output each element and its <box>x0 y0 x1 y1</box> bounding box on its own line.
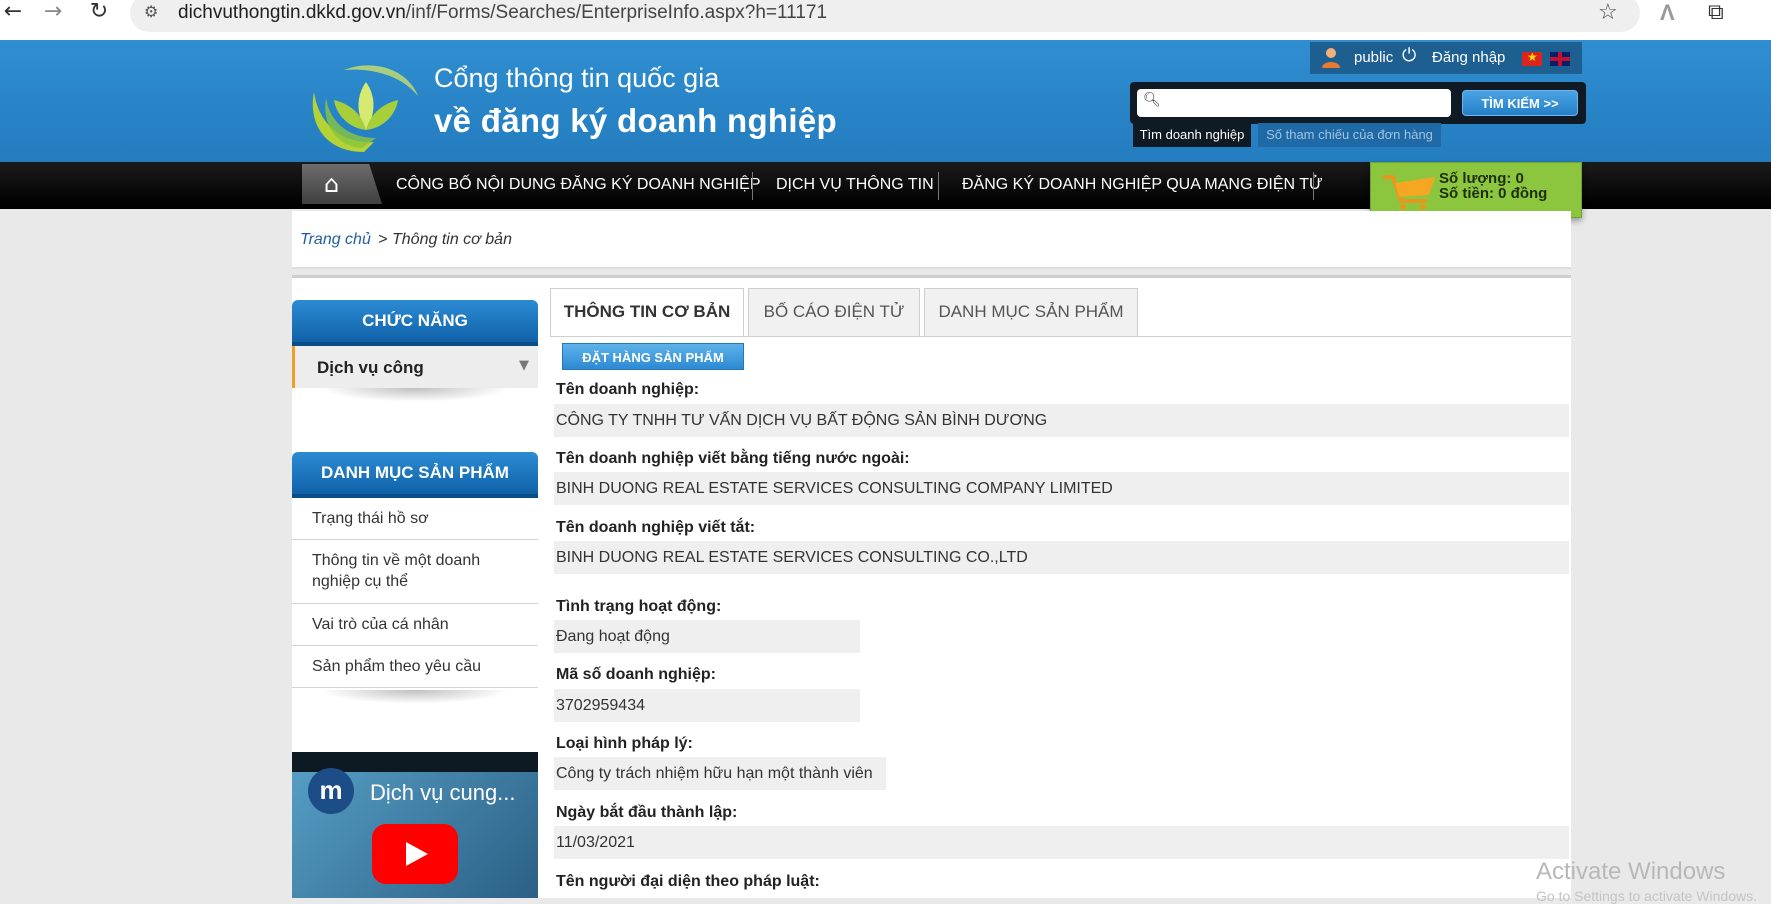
cart-icon <box>1383 175 1435 210</box>
cart-amount: Số tiền: 0 đồng <box>1439 185 1548 202</box>
bookmark-star-icon[interactable]: ☆ <box>1598 0 1618 25</box>
breadcrumb: Trang chủ > Thông tin cơ bản <box>292 211 1571 269</box>
field-label: Tên doanh nghiệp viết tắt: <box>556 519 756 536</box>
windows-activation-watermark: Activate Windows <box>1536 858 1726 885</box>
tab-order-reference[interactable]: Số tham chiếu của đơn hàng <box>1258 123 1441 147</box>
sidebar-item-enterprise-info[interactable]: Thông tin về một doanh nghiệp cụ thể <box>292 540 538 604</box>
field-value: BINH DUONG REAL ESTATE SERVICES CONSULTI… <box>554 541 1569 574</box>
tab-find-enterprise[interactable]: Tìm doanh nghiệp <box>1133 123 1251 147</box>
field-label: Tên doanh nghiệp: <box>556 381 700 398</box>
field-label: Tình trạng hoạt động: <box>556 598 722 615</box>
home-button[interactable]: ⌂ <box>302 164 382 204</box>
field-label: Loại hình pháp lý: <box>556 735 693 752</box>
field-label: Ngày bắt đầu thành lập: <box>556 804 738 821</box>
back-arrow-icon[interactable]: ← <box>0 0 26 26</box>
breadcrumb-separator: > <box>378 231 388 248</box>
field-value: Công ty trách nhiệm hữu hạn một thành vi… <box>554 757 886 790</box>
sidebar-item-custom-product[interactable]: Sản phẩm theo yêu cầu <box>292 646 538 688</box>
sidebar-catalog-header: DANH MỤC SẢN PHẨM <box>292 452 538 498</box>
extensions-puzzle-icon[interactable]: ⧉ <box>1708 0 1724 25</box>
field-value: CÔNG TY TNHH TƯ VẤN DỊCH VỤ BẤT ĐỘNG SẢN… <box>554 404 1569 437</box>
search-input[interactable] <box>1137 89 1451 117</box>
nav-item-publish[interactable]: CÔNG BỐ NỘI DUNG ĐĂNG KÝ DOANH NGHIỆP <box>396 174 760 196</box>
login-link[interactable]: Đăng nhập <box>1432 49 1505 66</box>
play-button-icon[interactable] <box>372 824 458 884</box>
function-select-value: Dịch vụ công <box>317 358 424 377</box>
browser-toolbar: ← → ↻ ⚙ dichvuthongtin.dkkd.gov.vn/inf/F… <box>0 0 1771 40</box>
logo-icon[interactable] <box>304 52 424 160</box>
sidebar-function-header: CHỨC NĂNG <box>292 300 538 346</box>
reload-icon[interactable]: ↻ <box>86 0 112 26</box>
vietnam-flag-icon[interactable]: ★ <box>1522 50 1542 66</box>
user-bar: public ⏻ Đăng nhập ★ <box>1310 42 1582 74</box>
field-value: BINH DUONG REAL ESTATE SERVICES CONSULTI… <box>554 472 1569 505</box>
nav-item-online-registration[interactable]: ĐĂNG KÝ DOANH NGHIỆP QUA MẠNG ĐIỆN TỬ <box>962 174 1323 196</box>
tab-electronic-notice[interactable]: BỐ CÁO ĐIỆN TỬ <box>748 288 920 336</box>
sidebar-item-personal-role[interactable]: Vai trò của cá nhân <box>292 604 538 646</box>
search-panel: 🔍︎ TÌM KIẾM >> <box>1130 82 1586 124</box>
shopping-cart[interactable]: Số lượng: 0 Số tiền: 0 đồng <box>1370 162 1582 218</box>
field-label: Tên người đại diện theo pháp luật: <box>556 873 820 890</box>
nav-separator <box>752 172 753 200</box>
site-title-line2: về đăng ký doanh nghiệp <box>434 102 837 139</box>
shadow-divider <box>320 388 510 402</box>
shadow-divider <box>320 690 510 704</box>
order-product-button[interactable]: ĐẶT HÀNG SẢN PHẨM <box>562 343 744 370</box>
site-info-icon[interactable]: ⚙ <box>144 2 166 22</box>
nav-item-info-services[interactable]: DỊCH VỤ THÔNG TIN <box>776 174 934 196</box>
address-bar[interactable]: ⚙ dichvuthongtin.dkkd.gov.vn/inf/Forms/S… <box>130 0 1640 32</box>
forward-arrow-icon[interactable]: → <box>40 0 66 26</box>
user-name[interactable]: public <box>1354 49 1393 66</box>
video-embed[interactable]: m Dịch vụ cung... <box>292 752 538 898</box>
field-value: 11/03/2021 <box>554 826 1569 859</box>
field-label: Tên doanh nghiệp viết bằng tiếng nước ng… <box>556 450 910 467</box>
url-text[interactable]: dichvuthongtin.dkkd.gov.vn/inf/Forms/Sea… <box>178 2 827 24</box>
user-icon <box>1322 48 1340 68</box>
power-icon[interactable]: ⏻ <box>1402 45 1416 66</box>
nav-separator <box>938 172 939 200</box>
search-icon: 🔍︎ <box>1143 92 1161 108</box>
field-value: Đang hoạt động <box>554 620 860 653</box>
field-label: Mã số doanh nghiệp: <box>556 666 716 683</box>
search-button[interactable]: TÌM KIẾM >> <box>1462 90 1578 116</box>
chevron-down-icon: ▼ <box>519 358 529 373</box>
home-icon: ⌂ <box>324 170 340 198</box>
tab-basic-info[interactable]: THÔNG TIN CƠ BẢN <box>550 288 744 337</box>
extension-icon[interactable]: Λ <box>1660 0 1675 26</box>
video-title[interactable]: Dịch vụ cung... <box>370 780 516 806</box>
breadcrumb-home-link[interactable]: Trang chủ <box>300 231 371 249</box>
breadcrumb-current: Thông tin cơ bản <box>392 231 512 248</box>
function-select[interactable]: Dịch vụ công ▼ <box>292 346 538 388</box>
nav-separator <box>1313 172 1314 200</box>
sidebar-item-status[interactable]: Trạng thái hồ sơ <box>292 498 538 540</box>
uk-flag-icon[interactable] <box>1550 52 1570 66</box>
site-title-line1: Cổng thông tin quốc gia <box>434 63 720 93</box>
field-value: 3702959434 <box>554 689 860 722</box>
windows-activation-subtext: Go to Settings to activate Windows. <box>1536 888 1757 904</box>
tabs-underline <box>550 336 1571 337</box>
channel-avatar[interactable]: m <box>308 768 354 814</box>
tab-product-catalog[interactable]: DANH MỤC SẢN PHẨM <box>924 288 1138 336</box>
